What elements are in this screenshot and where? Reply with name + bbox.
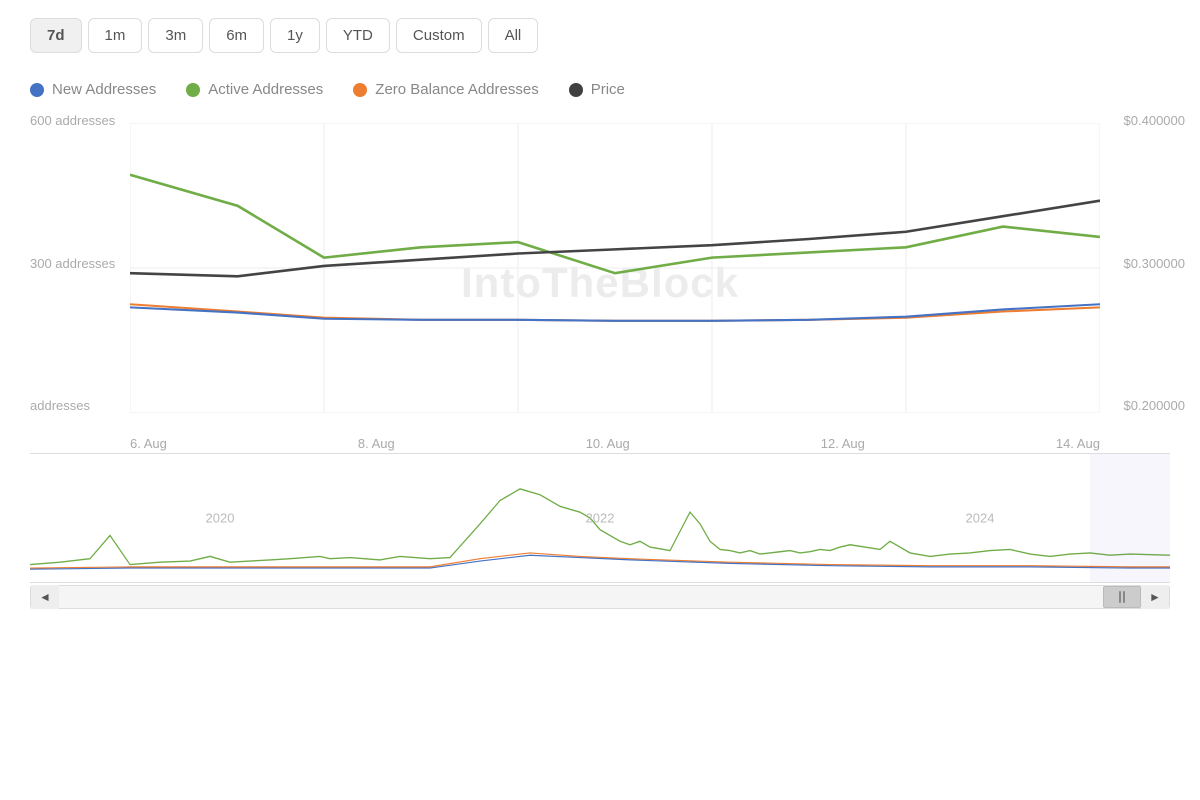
x-axis-label: 8. Aug <box>358 436 395 451</box>
legend-dot-price <box>569 83 583 97</box>
main-chart-area: 600 addresses 300 addresses addresses $0.4… <box>0 113 1200 453</box>
y-axis-left: 600 addresses 300 addresses addresses <box>30 113 115 413</box>
x-axis-label: 10. Aug <box>586 436 630 451</box>
legend-item-new-addresses: New Addresses <box>30 81 156 98</box>
y-axis-right-label: $0.200000 <box>1124 398 1185 413</box>
scrollbar: ◄ ► <box>30 585 1170 609</box>
scroll-thumb[interactable] <box>1103 586 1141 608</box>
time-btn-all[interactable]: All <box>488 18 539 53</box>
legend-item-zero-balance: Zero Balance Addresses <box>353 81 538 98</box>
time-filter-bar: 7d1m3m6m1yYTDCustomAll <box>0 0 1200 71</box>
time-btn-1y[interactable]: 1y <box>270 18 320 53</box>
y-axis-left-label: 600 addresses <box>30 113 115 128</box>
x-axis-label: 12. Aug <box>821 436 865 451</box>
x-axis-labels: 6. Aug 8. Aug 10. Aug 12. Aug 14. Aug <box>130 436 1100 451</box>
time-btn-ytd[interactable]: YTD <box>326 18 390 53</box>
legend-label-price: Price <box>591 81 625 98</box>
time-btn-custom[interactable]: Custom <box>396 18 482 53</box>
main-chart-svg <box>130 123 1100 413</box>
legend-item-active-addresses: Active Addresses <box>186 81 323 98</box>
time-btn-3m[interactable]: 3m <box>148 18 203 53</box>
main-chart-svg-container <box>130 123 1100 413</box>
time-btn-7d[interactable]: 7d <box>30 18 82 53</box>
legend-dot-new-addresses <box>30 83 44 97</box>
legend-label-active-addresses: Active Addresses <box>208 81 323 98</box>
mini-chart-area: 202020222024 <box>30 453 1170 583</box>
scroll-left-button[interactable]: ◄ <box>31 585 59 609</box>
scroll-handle-line-2 <box>1123 591 1125 603</box>
legend-label-new-addresses: New Addresses <box>52 81 156 98</box>
time-btn-6m[interactable]: 6m <box>209 18 264 53</box>
mini-chart-svg <box>30 454 1170 582</box>
x-axis-label: 6. Aug <box>130 436 167 451</box>
y-axis-left-label: 300 addresses <box>30 256 115 271</box>
y-axis-right-label: $0.300000 <box>1124 256 1185 271</box>
scroll-track[interactable] <box>59 586 1141 608</box>
y-axis-right: $0.400000 $0.300000 $0.200000 <box>1124 113 1185 413</box>
time-btn-1m[interactable]: 1m <box>88 18 143 53</box>
legend-item-price: Price <box>569 81 625 98</box>
scroll-handle-line-1 <box>1119 591 1121 603</box>
legend-dot-active-addresses <box>186 83 200 97</box>
legend-label-zero-balance: Zero Balance Addresses <box>375 81 538 98</box>
legend-dot-zero-balance <box>353 83 367 97</box>
chart-legend: New Addresses Active Addresses Zero Bala… <box>0 71 1200 103</box>
y-axis-right-label: $0.400000 <box>1124 113 1185 128</box>
y-axis-left-label: addresses <box>30 398 115 413</box>
scroll-right-button[interactable]: ► <box>1141 585 1169 609</box>
x-axis-label: 14. Aug <box>1056 436 1100 451</box>
scroll-thumb-handle <box>1119 591 1125 603</box>
